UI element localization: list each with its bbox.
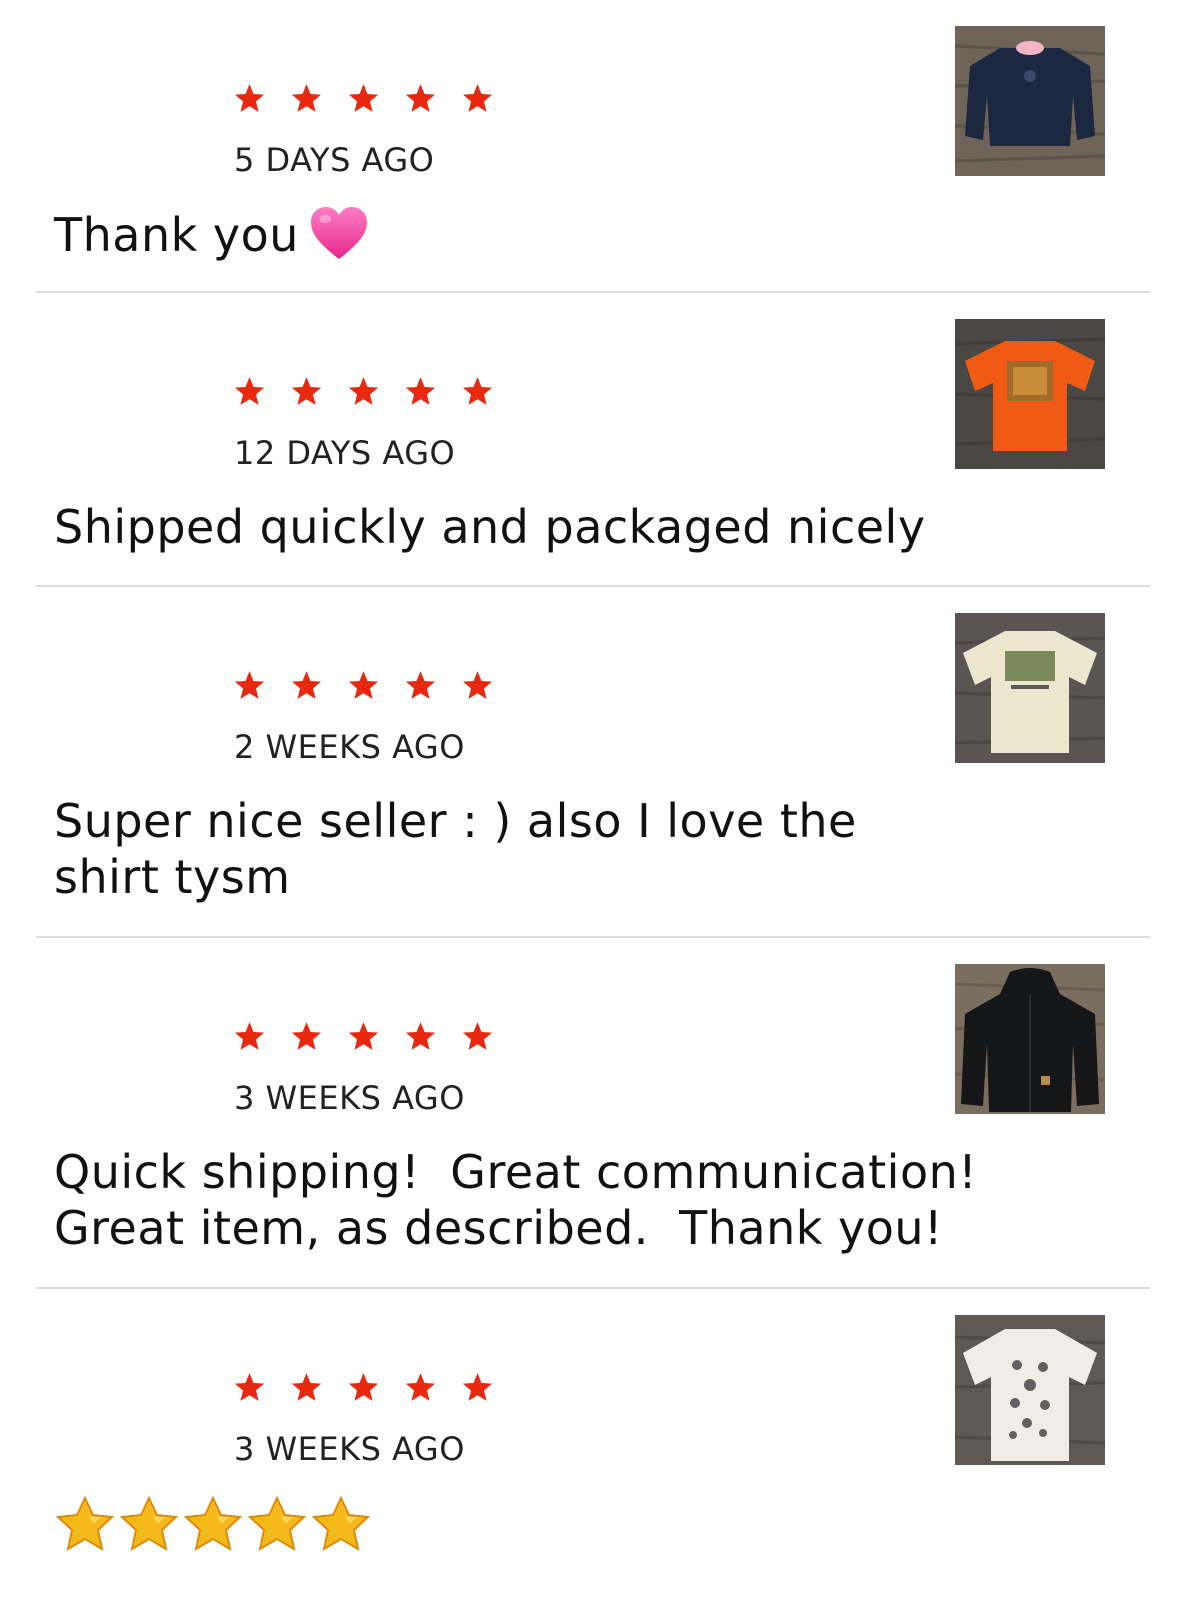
review-comment-emoji-stars bbox=[54, 1495, 372, 1555]
product-thumbnail[interactable] bbox=[955, 964, 1105, 1114]
gold-star-emoji-icon bbox=[310, 1495, 372, 1555]
star-rating bbox=[233, 1371, 494, 1404]
heart-emoji-icon bbox=[309, 205, 369, 261]
product-thumbnail[interactable] bbox=[955, 319, 1105, 469]
review-comment: Super nice seller : ) also I love the sh… bbox=[54, 794, 857, 904]
review-item: 2 WEEKS AGO Super nice seller : ) also I… bbox=[0, 587, 1179, 938]
star-icon bbox=[290, 669, 323, 702]
review-item: 5 DAYS AGO Thank you bbox=[0, 0, 1179, 293]
star-icon bbox=[290, 375, 323, 408]
review-item: 12 DAYS AGO Shipped quickly and packaged… bbox=[0, 293, 1179, 587]
star-icon bbox=[461, 82, 494, 115]
star-icon bbox=[461, 669, 494, 702]
star-icon bbox=[404, 1371, 437, 1404]
star-icon bbox=[233, 1020, 266, 1053]
gold-star-emoji-icon bbox=[246, 1495, 308, 1555]
gold-star-emoji-icon bbox=[182, 1495, 244, 1555]
star-icon bbox=[347, 669, 380, 702]
navy-sweatshirt-photo-icon bbox=[955, 26, 1105, 176]
star-icon bbox=[290, 1020, 323, 1053]
review-time: 2 WEEKS AGO bbox=[234, 728, 465, 766]
star-icon bbox=[461, 1020, 494, 1053]
star-rating bbox=[233, 82, 494, 115]
star-icon bbox=[233, 1371, 266, 1404]
product-thumbnail[interactable] bbox=[955, 26, 1105, 176]
white-tshirt-photo-icon bbox=[955, 1315, 1105, 1465]
star-icon bbox=[461, 1371, 494, 1404]
star-icon bbox=[347, 1371, 380, 1404]
review-comment: Shipped quickly and packaged nicely bbox=[54, 500, 926, 554]
gold-star-emoji-icon bbox=[118, 1495, 180, 1555]
review-time: 3 WEEKS AGO bbox=[234, 1430, 465, 1468]
star-icon bbox=[461, 375, 494, 408]
star-icon bbox=[290, 1371, 323, 1404]
review-comment-text: Thank you bbox=[54, 208, 299, 262]
cream-tshirt-photo-icon bbox=[955, 613, 1105, 763]
review-comment: Quick shipping! Great communication! Gre… bbox=[54, 1145, 1008, 1255]
black-hoodie-photo-icon bbox=[955, 964, 1105, 1114]
review-item: 3 WEEKS AGO bbox=[0, 1289, 1179, 1598]
star-icon bbox=[347, 375, 380, 408]
gold-star-emoji-icon bbox=[54, 1495, 116, 1555]
star-icon bbox=[233, 82, 266, 115]
review-time: 3 WEEKS AGO bbox=[234, 1079, 465, 1117]
star-icon bbox=[404, 375, 437, 408]
orange-tshirt-photo-icon bbox=[955, 319, 1105, 469]
star-rating bbox=[233, 375, 494, 408]
review-time: 12 DAYS AGO bbox=[234, 434, 456, 472]
star-rating bbox=[233, 1020, 494, 1053]
star-icon bbox=[233, 375, 266, 408]
review-comment: Thank you bbox=[54, 205, 954, 263]
review-item: 3 WEEKS AGO Quick shipping! Great commun… bbox=[0, 938, 1179, 1289]
product-thumbnail[interactable] bbox=[955, 1315, 1105, 1465]
star-rating bbox=[233, 669, 494, 702]
star-icon bbox=[233, 669, 266, 702]
star-icon bbox=[404, 82, 437, 115]
star-icon bbox=[347, 82, 380, 115]
star-icon bbox=[347, 1020, 380, 1053]
star-icon bbox=[404, 669, 437, 702]
product-thumbnail[interactable] bbox=[955, 613, 1105, 763]
star-icon bbox=[290, 82, 323, 115]
star-icon bbox=[404, 1020, 437, 1053]
review-time: 5 DAYS AGO bbox=[234, 141, 435, 179]
